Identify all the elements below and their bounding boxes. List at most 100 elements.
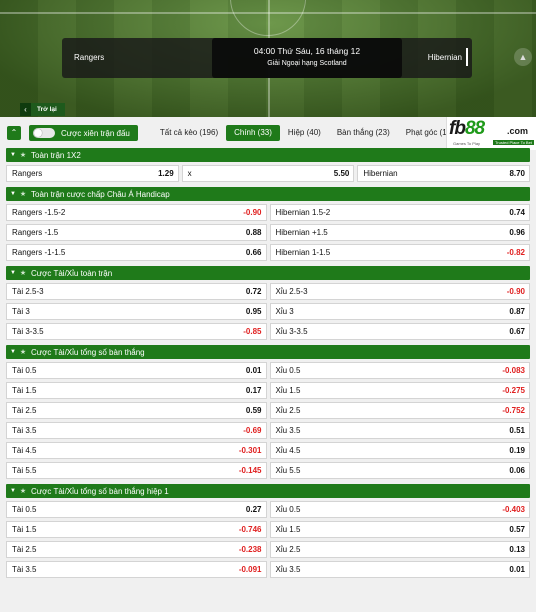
odds-button[interactable]: Hibernian 1-1.5 -0.82 — [269, 244, 530, 261]
odds-button[interactable]: Hibernian +1.5 0.96 — [269, 224, 530, 241]
star-icon[interactable]: ★ — [18, 269, 28, 277]
market-section-header[interactable]: ▼ ★ Toàn trận 1X2 — [6, 148, 530, 162]
market-section-header[interactable]: ▼ ★ Cược Tài/Xỉu tổng số bàn thắng — [6, 345, 530, 359]
tab-goals[interactable]: Bàn thắng (23) — [329, 125, 398, 141]
odds-button[interactable]: Tài 2.5 0.59 — [6, 402, 267, 419]
odds-button[interactable]: Tài 3 0.95 — [6, 303, 267, 320]
odds-value: -0.275 — [502, 386, 525, 395]
odds-button[interactable]: Hibernian 1.5-2 0.74 — [269, 204, 530, 221]
selection-label: Tài 1.5 — [12, 525, 37, 534]
selection-label: x — [187, 169, 192, 178]
odds-value: 0.96 — [509, 228, 525, 237]
selection-label: Hibernian 1-1.5 — [275, 248, 331, 257]
odds-button[interactable]: Tài 3.5 -0.091 — [6, 561, 267, 578]
odds-button[interactable]: Xỉu 3 0.87 — [269, 303, 530, 320]
odds-row: Tài 0.5 0.27 Xỉu 0.5 -0.403 — [6, 501, 530, 518]
odds-row: Tài 3 0.95 Xỉu 3 0.87 — [6, 303, 530, 320]
odds-button[interactable]: Tài 1.5 0.17 — [6, 382, 267, 399]
odds-button[interactable]: Tài 2.5-3 0.72 — [6, 283, 267, 300]
odds-button[interactable]: Rangers 1.29 — [6, 165, 179, 182]
odds-value: -0.746 — [238, 525, 262, 534]
caret-down-icon[interactable]: ▼ — [8, 349, 18, 355]
odds-value: 0.19 — [509, 446, 525, 455]
selection-label: Tài 5.5 — [12, 466, 37, 475]
odds-button[interactable]: Tài 3.5 -0.69 — [6, 422, 267, 439]
toggle-switch-icon[interactable] — [33, 128, 55, 138]
odds-value: -0.238 — [238, 545, 262, 554]
odds-button[interactable]: Rangers -1.5-2 -0.90 — [6, 204, 267, 221]
selection-label: Xỉu 2.5 — [275, 545, 301, 554]
tab-all-markets[interactable]: Tất cả kèo (196) — [152, 125, 226, 141]
selection-label: Xỉu 2.5 — [275, 406, 301, 415]
star-icon[interactable]: ★ — [18, 348, 28, 356]
caret-down-icon[interactable]: ▼ — [8, 270, 18, 276]
odds-row: Tài 2.5-3 0.72 Xỉu 2.5-3 -0.90 — [6, 283, 530, 300]
odds-row: Rangers -1.5 0.88 Hibernian +1.5 0.96 — [6, 224, 530, 241]
selection-label: Tài 0.5 — [12, 366, 37, 375]
selection-label: Xỉu 0.5 — [275, 366, 301, 375]
market-title: Toàn trận 1X2 — [31, 150, 81, 160]
odds-grid: Rangers 1.29 x 5.50 Hibernian 8.70 — [6, 162, 531, 182]
selection-label: Xỉu 2.5-3 — [275, 287, 308, 296]
selection-label: Xỉu 1.5 — [275, 386, 301, 395]
odds-button[interactable]: Xỉu 0.5 -0.083 — [269, 362, 530, 379]
odds-button[interactable]: Tài 5.5 -0.145 — [6, 462, 267, 479]
caret-down-icon[interactable]: ▼ — [8, 152, 18, 158]
odds-button[interactable]: Tài 4.5 -0.301 — [6, 442, 267, 459]
odds-button[interactable]: Rangers -1.5 0.88 — [6, 224, 267, 241]
away-team-name: Hibernian — [427, 48, 469, 66]
pin-icon[interactable]: ▲ — [514, 48, 532, 66]
odds-button[interactable]: Tài 0.5 0.27 — [6, 501, 267, 518]
odds-button[interactable]: Xỉu 3.5 0.01 — [269, 561, 530, 578]
odds-value: 0.88 — [245, 228, 262, 237]
odds-button[interactable]: x 5.50 — [181, 165, 355, 182]
odds-button[interactable]: Xỉu 4.5 0.19 — [269, 442, 530, 459]
match-header-banner: Rangers 04:00 Thứ Sáu, 16 tháng 12 Giải … — [0, 0, 536, 117]
odds-button[interactable]: Xỉu 0.5 -0.403 — [269, 501, 530, 518]
selection-label: Tài 1.5 — [12, 386, 37, 395]
odds-button[interactable]: Xỉu 2.5 0.13 — [269, 541, 530, 558]
market-section-header[interactable]: ▼ ★ Cược Tài/Xỉu toàn trận — [6, 266, 530, 280]
odds-row: Tài 2.5 -0.238 Xỉu 2.5 0.13 — [6, 541, 530, 558]
star-icon[interactable]: ★ — [18, 190, 28, 198]
collapse-all-button[interactable]: ⌃ — [7, 126, 21, 140]
odds-button[interactable]: Xỉu 3-3.5 0.67 — [269, 323, 530, 340]
odds-button[interactable]: Tài 1.5 -0.746 — [6, 521, 267, 538]
odds-value: 0.57 — [509, 525, 525, 534]
odds-button[interactable]: Xỉu 1.5 -0.275 — [269, 382, 530, 399]
odds-value: 0.06 — [509, 466, 525, 475]
odds-button[interactable]: Xỉu 2.5 -0.752 — [269, 402, 530, 419]
odds-value: -0.69 — [243, 426, 262, 435]
odds-button[interactable]: Xỉu 1.5 0.57 — [269, 521, 530, 538]
odds-button[interactable]: Rangers -1-1.5 0.66 — [6, 244, 267, 261]
odds-value: -0.083 — [502, 366, 525, 375]
odds-value: 8.70 — [509, 169, 526, 178]
selection-label: Xỉu 3 — [275, 307, 294, 316]
odds-button[interactable]: Xỉu 5.5 0.06 — [269, 462, 530, 479]
odds-row: Tài 1.5 -0.746 Xỉu 1.5 0.57 — [6, 521, 530, 538]
caret-down-icon[interactable]: ▼ — [8, 488, 18, 494]
parlay-toggle[interactable]: Cược xiên trận đấu — [29, 125, 138, 141]
odds-value: 0.67 — [509, 327, 525, 336]
odds-button[interactable]: Hibernian 8.70 — [357, 165, 531, 182]
market-section-header[interactable]: ▼ ★ Toàn trận cược chấp Châu Á Handicap — [6, 187, 530, 201]
odds-button[interactable]: Xỉu 3.5 0.51 — [269, 422, 530, 439]
market-title: Toàn trận cược chấp Châu Á Handicap — [31, 189, 170, 199]
odds-button[interactable]: Tài 3-3.5 -0.85 — [6, 323, 267, 340]
selection-label: Xỉu 4.5 — [275, 446, 301, 455]
pitch-touchline — [0, 12, 536, 14]
parlay-label: Cược xiên trận đấu — [61, 128, 130, 138]
back-button[interactable]: ‹ Trở lại — [20, 103, 65, 116]
tab-main[interactable]: Chính (33) — [226, 125, 280, 141]
odds-button[interactable]: Tài 2.5 -0.238 — [6, 541, 267, 558]
odds-button[interactable]: Xỉu 2.5-3 -0.90 — [269, 283, 530, 300]
star-icon[interactable]: ★ — [18, 151, 28, 159]
tab-half[interactable]: Hiệp (40) — [280, 125, 329, 141]
caret-down-icon[interactable]: ▼ — [8, 191, 18, 197]
market-section-header[interactable]: ▼ ★ Cược Tài/Xỉu tổng số bàn thắng hiệp 1 — [6, 484, 530, 498]
selection-label: Tài 2.5-3 — [12, 287, 44, 296]
star-icon[interactable]: ★ — [18, 487, 28, 495]
scoreboard: Rangers 04:00 Thứ Sáu, 16 tháng 12 Giải … — [62, 38, 472, 78]
odds-value: -0.90 — [506, 287, 525, 296]
odds-button[interactable]: Tài 0.5 0.01 — [6, 362, 267, 379]
